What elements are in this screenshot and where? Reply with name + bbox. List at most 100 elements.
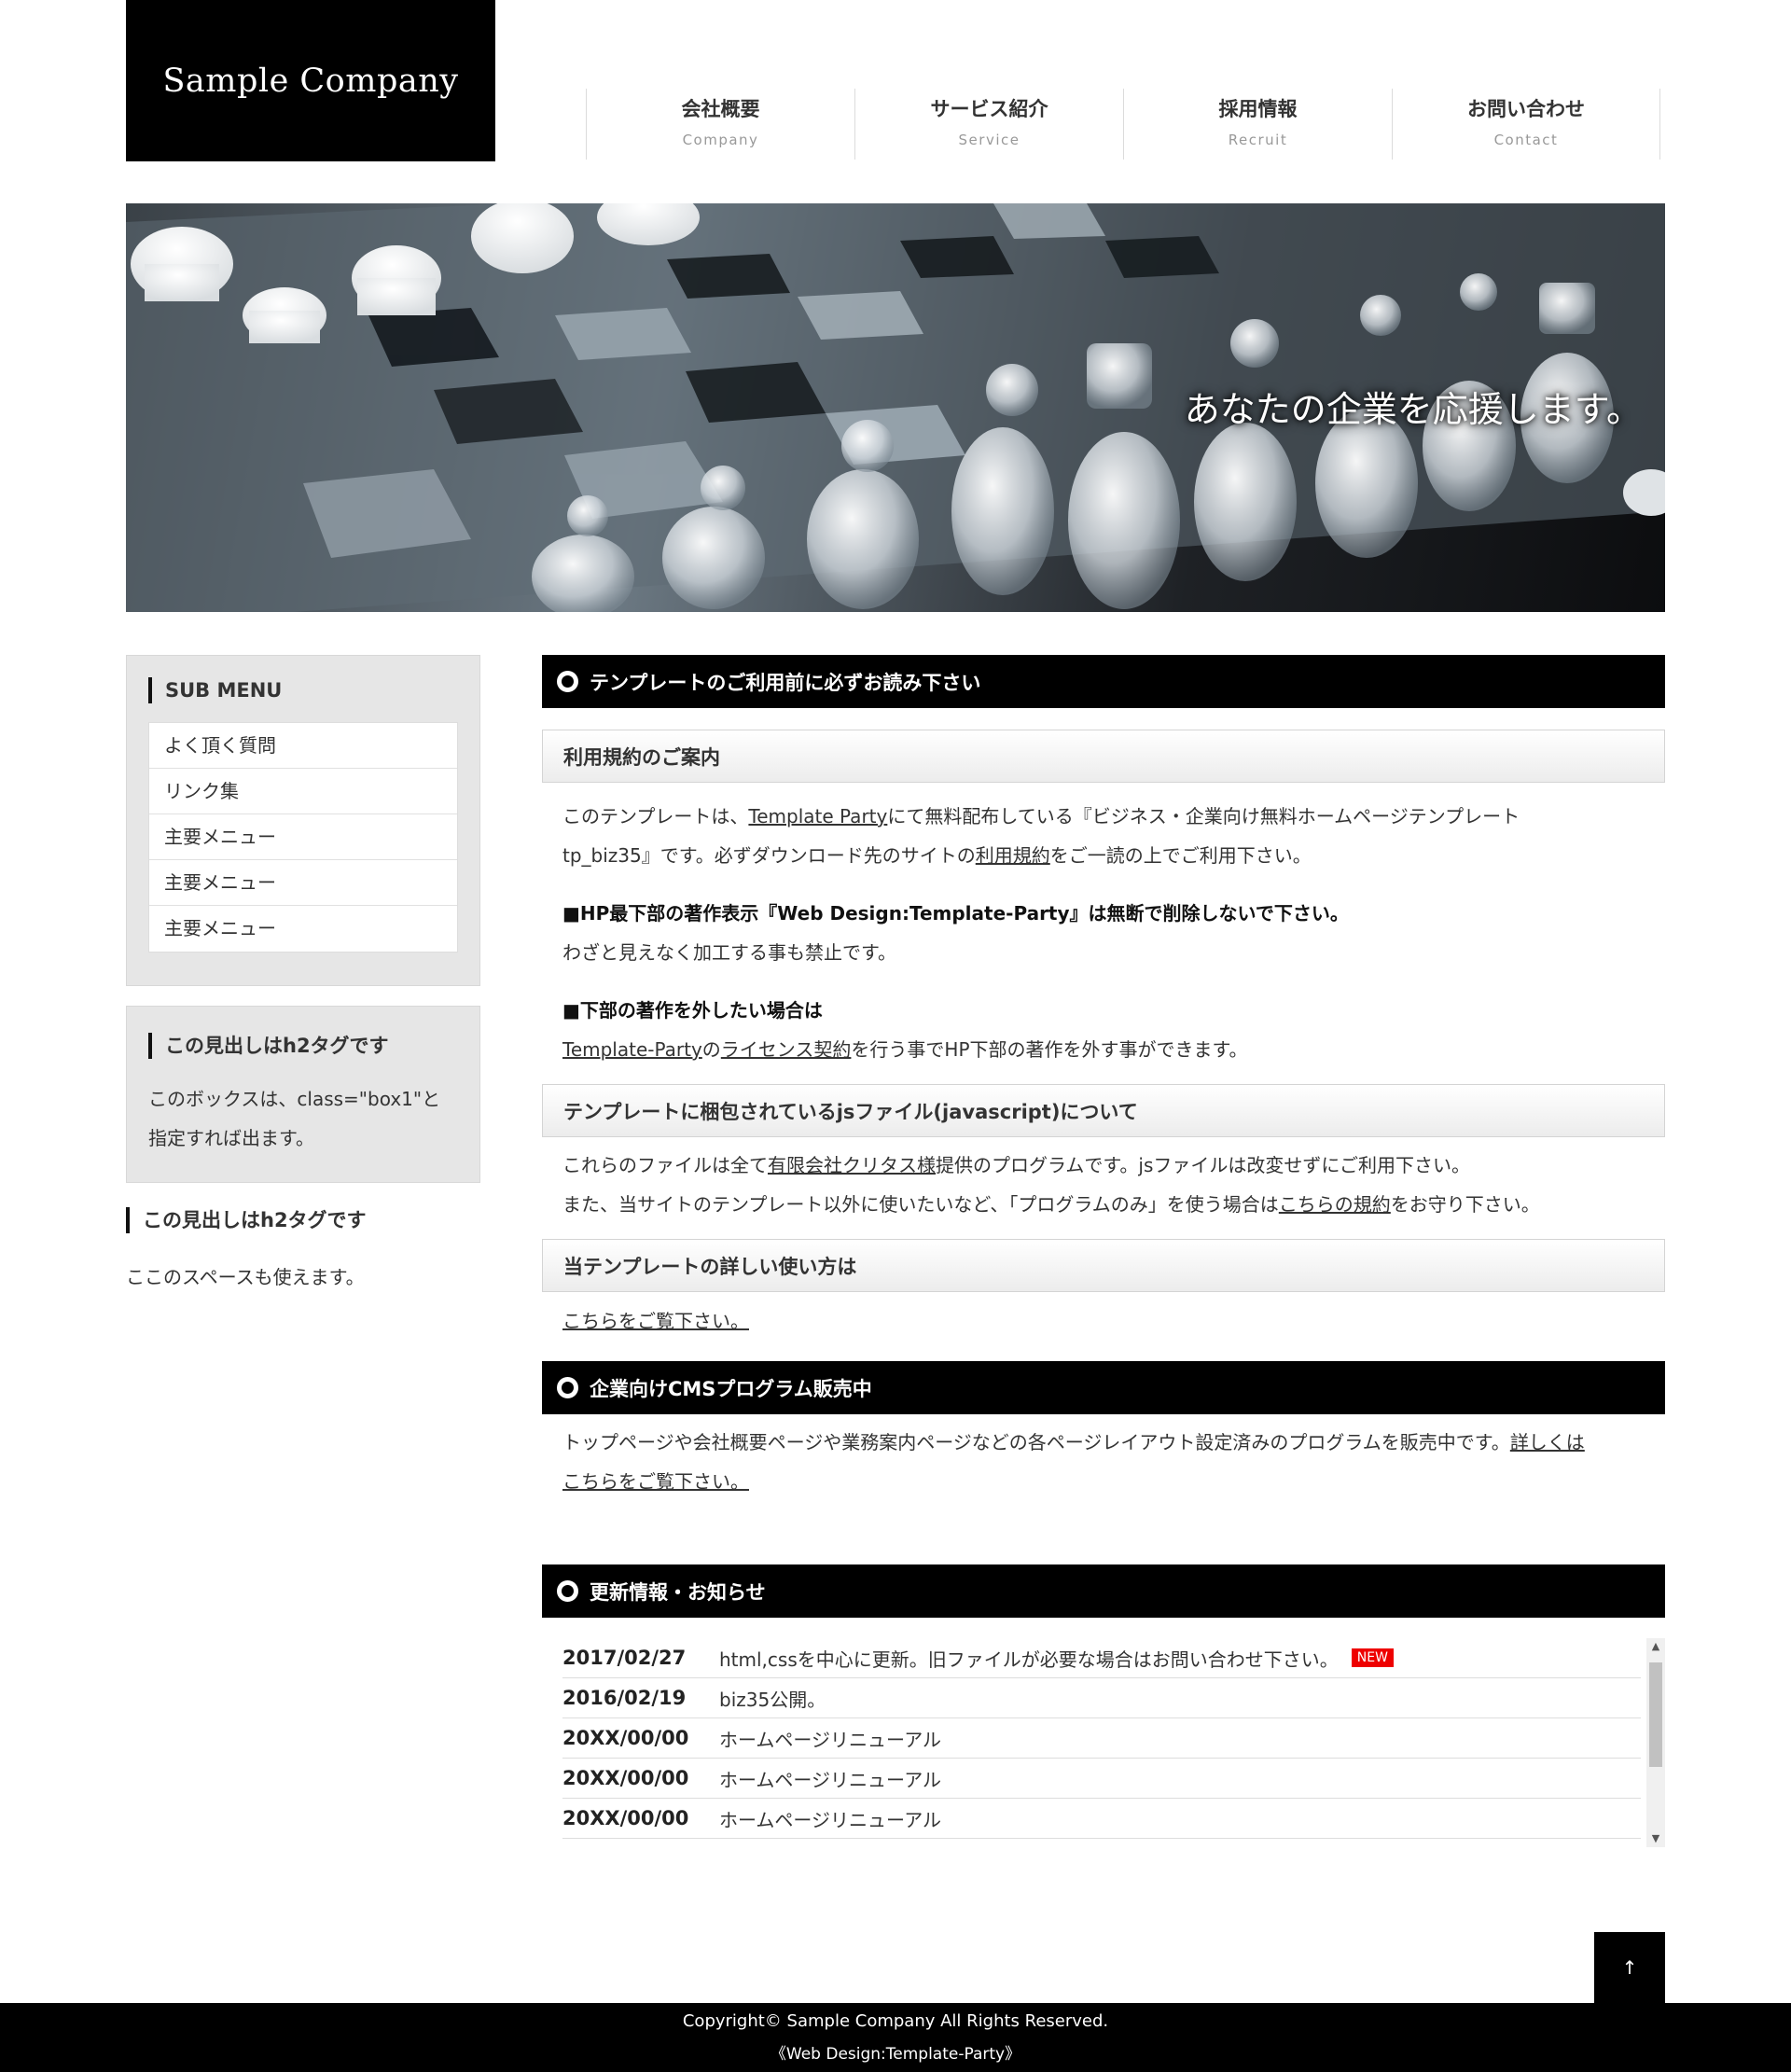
- submenu-item-main-1[interactable]: 主要メニュー: [149, 814, 457, 860]
- scroll-up-arrow-icon[interactable]: ▲: [1646, 1638, 1665, 1655]
- subsection-heading: テンプレートに梱包されているjsファイル(javascript)について: [542, 1084, 1665, 1137]
- subsection-heading-text: 利用規約のご案内: [563, 745, 720, 769]
- logo-text: Sample Company: [162, 62, 459, 100]
- text: このテンプレートは、: [562, 805, 749, 827]
- news-text: biz35公開。: [719, 1688, 826, 1711]
- submenu-item-main-2[interactable]: 主要メニュー: [149, 860, 457, 906]
- subsection-heading: 利用規約のご案内: [542, 730, 1665, 783]
- section-heading: 更新情報・お知らせ: [542, 1564, 1665, 1618]
- scrollbar-thumb[interactable]: [1649, 1662, 1662, 1767]
- section-heading-text: 企業向けCMSプログラム販売中: [590, 1377, 872, 1400]
- news-row: 20XX/00/00 ホームページリニューアル: [562, 1799, 1641, 1839]
- footer: Copyright© Sample Company All Rights Res…: [0, 2003, 1791, 2072]
- text: をご一読の上でご利用下さい。: [1049, 844, 1312, 867]
- nav-item-recruit[interactable]: 採用情報 Recruit: [1123, 89, 1392, 160]
- plain-text: ここのスペースも使えます。: [126, 1266, 365, 1288]
- terms-link[interactable]: 利用規約: [976, 844, 1050, 867]
- text: また、当サイトのテンプレート以外に使いたいなど、「プログラムのみ」を使う場合は: [562, 1193, 1279, 1216]
- nav-label-jp: 会社概要: [681, 98, 760, 120]
- template-party-link[interactable]: Template-Party: [562, 1038, 702, 1061]
- page-top-button[interactable]: ↑: [1594, 1932, 1665, 2003]
- notice-bold: ■下部の著作を外したい場合は: [562, 999, 823, 1022]
- news-text: html,cssを中心に更新。旧ファイルが必要な場合はお問い合わせ下さい。: [719, 1648, 1339, 1671]
- ring-icon: [557, 671, 578, 692]
- arrow-up-icon: ↑: [1621, 1956, 1638, 1979]
- news-list: 2017/02/27 html,cssを中心に更新。旧ファイルが必要な場合はお問…: [562, 1638, 1641, 1839]
- main-content: テンプレートのご利用前に必ずお読み下さい 利用規約のご案内 このテンプレートは、…: [542, 655, 1665, 1847]
- text: の: [701, 1038, 721, 1061]
- js-paragraph: これらのファイルは全て有限会社クリタス様提供のプログラムです。jsファイルは改変…: [542, 1146, 1665, 1224]
- news-row: 2016/02/19 biz35公開。: [562, 1678, 1641, 1718]
- ring-icon: [557, 1580, 578, 1602]
- news-text: ホームページリニューアル: [719, 1768, 941, 1791]
- cms-paragraph: トップページや会社概要ページや業務案内ページなどの各ページレイアウト設定済みのプ…: [542, 1423, 1665, 1501]
- new-badge: NEW: [1351, 1648, 1394, 1667]
- news-scrollbar[interactable]: ▲ ▼: [1646, 1638, 1665, 1847]
- news-date: 2017/02/27: [562, 1647, 687, 1669]
- box1-text: このボックスは、class="box1"と: [148, 1088, 441, 1110]
- news-date: 20XX/00/00: [562, 1767, 689, 1789]
- cms-detail-link[interactable]: 詳しくは: [1510, 1431, 1585, 1453]
- nav-item-contact[interactable]: お問い合わせ Contact: [1392, 89, 1660, 160]
- cms-detail-link[interactable]: こちらをご覧下さい。: [562, 1470, 749, 1493]
- text: にて無料配布している『ビジネス・企業向け無料ホームページテンプレート: [887, 805, 1520, 827]
- subsection-heading-text: 当テンプレートの詳しい使い方は: [563, 1255, 857, 1278]
- box1-heading: この見出しはh2タグです: [148, 1033, 458, 1059]
- plain-heading: この見出しはh2タグです: [126, 1207, 480, 1233]
- news-date: 20XX/00/00: [562, 1807, 689, 1829]
- text: をお守り下さい。: [1390, 1193, 1540, 1216]
- section-heading: 企業向けCMSプログラム販売中: [542, 1361, 1665, 1414]
- news-date: 2016/02/19: [562, 1687, 687, 1709]
- nav-item-company[interactable]: 会社概要 Company: [586, 89, 854, 160]
- howto-paragraph: こちらをご覧下さい。: [542, 1301, 1665, 1341]
- nav-label-en: Service: [958, 132, 1020, 148]
- nav-label-en: Company: [682, 132, 759, 148]
- submenu-item-faq[interactable]: よく頂く質問: [149, 723, 457, 769]
- program-terms-link[interactable]: こちらの規約: [1279, 1193, 1391, 1216]
- terms-paragraph: このテンプレートは、Template Partyにて無料配布している『ビジネス・…: [542, 797, 1665, 875]
- nav-item-service[interactable]: サービス紹介 Service: [854, 89, 1123, 160]
- submenu-item-main-3[interactable]: 主要メニュー: [149, 906, 457, 952]
- scroll-down-arrow-icon[interactable]: ▼: [1646, 1830, 1665, 1847]
- template-party-link[interactable]: Template Party: [748, 805, 887, 827]
- text: これらのファイルは全て: [562, 1154, 768, 1176]
- text: tp_biz35』です。必ずダウンロード先のサイトの: [562, 844, 976, 867]
- sidebar-plain-section: この見出しはh2タグです ここのスペースも使えます。: [126, 1207, 480, 1297]
- hero-catchphrase: あなたの企業を応援します。: [1184, 389, 1642, 430]
- license-link[interactable]: ライセンス契約: [721, 1038, 852, 1061]
- howto-link[interactable]: こちらをご覧下さい。: [562, 1310, 749, 1332]
- nav-label-en: Recruit: [1228, 132, 1288, 148]
- subsection-heading: 当テンプレートの詳しい使い方は: [542, 1239, 1665, 1292]
- news-row: 20XX/00/00 ホームページリニューアル: [562, 1718, 1641, 1759]
- news-date: 20XX/00/00: [562, 1727, 689, 1749]
- news-row: 2017/02/27 html,cssを中心に更新。旧ファイルが必要な場合はお問…: [562, 1638, 1641, 1678]
- submenu-heading: SUB MENU: [148, 677, 458, 703]
- subsection-heading-text: テンプレートに梱包されているjsファイル(javascript)について: [563, 1100, 1138, 1123]
- section-heading: テンプレートのご利用前に必ずお読み下さい: [542, 655, 1665, 708]
- text: を行う事でHP下部の著作を外す事ができます。: [851, 1038, 1248, 1061]
- nav-label-jp: 採用情報: [1218, 98, 1298, 120]
- nav-label-jp: お問い合わせ: [1467, 98, 1585, 120]
- submenu-box: SUB MENU よく頂く質問 リンク集 主要メニュー 主要メニュー 主要メニュ…: [126, 655, 480, 986]
- nav-label-en: Contact: [1493, 132, 1559, 148]
- logo[interactable]: Sample Company: [126, 0, 495, 161]
- design-credit-link[interactable]: 《Web Design:Template-Party》: [0, 2040, 1791, 2064]
- submenu-item-links[interactable]: リンク集: [149, 769, 457, 814]
- crytus-link[interactable]: 有限会社クリタス様: [768, 1154, 936, 1176]
- ring-icon: [557, 1377, 578, 1398]
- license-paragraph: Template-Partyのライセンス契約を行う事でHP下部の著作を外す事がで…: [542, 1030, 1665, 1069]
- global-nav: 会社概要 Company サービス紹介 Service 採用情報 Recruit…: [586, 89, 1660, 160]
- section-heading-text: テンプレートのご利用前に必ずお読み下さい: [590, 671, 981, 694]
- text: 提供のプログラムです。jsファイルは改変せずにご利用下さい。: [936, 1154, 1470, 1176]
- news-text: ホームページリニューアル: [719, 1808, 941, 1831]
- news-list-container[interactable]: 2017/02/27 html,cssを中心に更新。旧ファイルが必要な場合はお問…: [542, 1638, 1665, 1847]
- nav-label-jp: サービス紹介: [930, 98, 1048, 120]
- news-row: 20XX/00/00 ホームページリニューアル: [562, 1759, 1641, 1799]
- sidebar-box1: この見出しはh2タグです このボックスは、class="box1"と 指定すれば…: [126, 1006, 480, 1183]
- text: トップページや会社概要ページや業務案内ページなどの各ページレイアウト設定済みのプ…: [562, 1431, 1510, 1453]
- news-text: ホームページリニューアル: [719, 1728, 941, 1751]
- copyright: Copyright© Sample Company All Rights Res…: [682, 2011, 1109, 2031]
- section-heading-text: 更新情報・お知らせ: [590, 1580, 766, 1604]
- box1-text: 指定すれば出ます。: [148, 1127, 314, 1149]
- submenu-list: よく頂く質問 リンク集 主要メニュー 主要メニュー 主要メニュー: [148, 722, 458, 953]
